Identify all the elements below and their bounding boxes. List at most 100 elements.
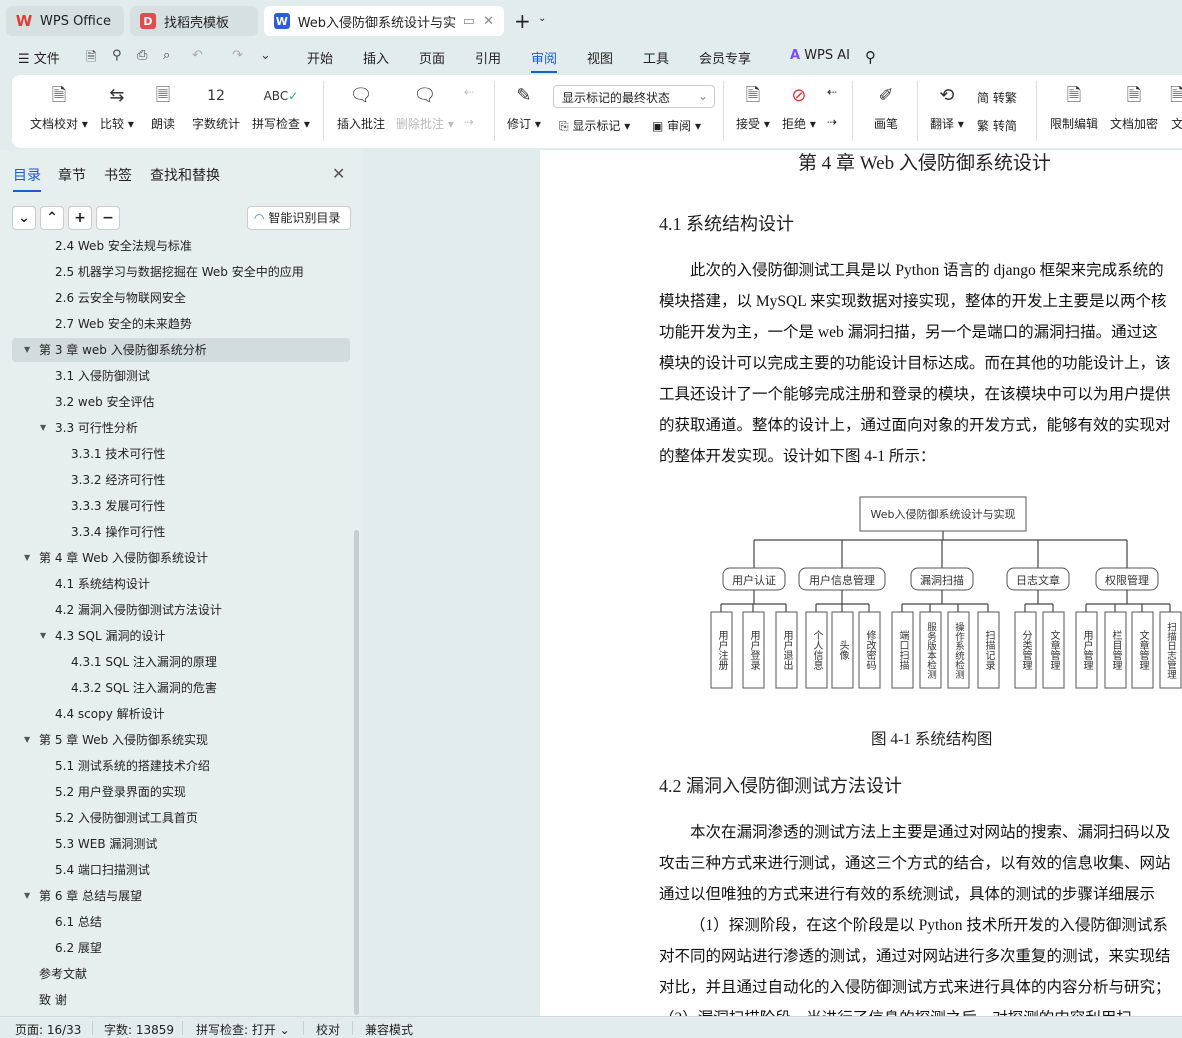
tab-docer[interactable]: D 找稻壳模板 (130, 6, 258, 36)
next-change-icon[interactable]: ⇢ (827, 115, 837, 129)
redo-icon[interactable]: ↷ (232, 48, 243, 63)
toc-item[interactable]: 5.2 用户登录界面的实现 (12, 780, 350, 804)
wps-ai-button[interactable]: A WPS AI (790, 48, 850, 63)
show-markup-button[interactable]: ⎘ 显示标记 ▾ (559, 117, 630, 134)
toc-item[interactable]: ▼ 第 5 章 Web 入侵防御系统实现 (12, 728, 350, 752)
translate-button[interactable]: ⟲ 翻译 ▾ (930, 83, 964, 132)
panel-tab-bookmarks[interactable]: 书签 (104, 165, 132, 185)
print-icon[interactable]: ⎙ (137, 48, 147, 63)
expand-triangle-icon[interactable]: ▼ (24, 338, 30, 362)
toc-item[interactable]: 3.1 入侵防御测试 (12, 364, 350, 388)
pen-button[interactable]: ✐ 画笔 (874, 83, 898, 132)
page-indicator[interactable]: 页面: 16/33 (15, 1021, 81, 1038)
toc-item[interactable]: 4.2 漏洞入侵防御测试方法设计 (12, 598, 350, 622)
expand-triangle-icon[interactable]: ▼ (40, 416, 46, 440)
toc-item[interactable]: 参考文献 (12, 962, 350, 986)
panel-tab-toc[interactable]: 目录 (13, 165, 41, 192)
toc-item[interactable]: 3.3.4 操作可行性 (12, 520, 350, 544)
more-button[interactable]: 🗎 文 (1170, 83, 1182, 132)
toc-item[interactable]: ▼ 4.3 SQL 漏洞的设计 (12, 624, 350, 648)
toc-item[interactable]: 2.5 机器学习与数据挖掘在 Web 安全中的应用 (12, 260, 350, 284)
next-comment-icon[interactable]: ⇢ (464, 115, 474, 129)
toc-item[interactable]: 4.3.2 SQL 注入漏洞的危害 (12, 676, 350, 700)
toc-item[interactable]: 2.7 Web 安全的未来趋势 (12, 312, 350, 336)
to-traditional-button[interactable]: 简 转繁 (977, 89, 1017, 106)
toc-item[interactable]: 6.2 展望 (12, 936, 350, 960)
accept-button[interactable]: 🗎 接受 ▾ (736, 83, 770, 132)
share-icon[interactable]: ⚲ (112, 48, 122, 63)
spell-check-status[interactable]: 拼写检查: 打开 ⌄ (196, 1021, 290, 1038)
menu-insert[interactable]: 插入 (363, 48, 389, 67)
read-aloud-button[interactable]: 🗏 朗读 (151, 83, 175, 132)
monitor-icon[interactable]: ▭ (463, 14, 475, 29)
to-simplified-button[interactable]: 繁 转简 (977, 117, 1017, 134)
menu-reference[interactable]: 引用 (475, 48, 501, 67)
encrypt-button[interactable]: 🗎 文档加密 (1110, 83, 1158, 132)
spell-check-button[interactable]: ABC✓ 拼写检查 ▾ (252, 83, 310, 132)
collapse-down-button[interactable]: ⌄ (12, 206, 36, 230)
proofread-status[interactable]: 校对 (316, 1021, 340, 1038)
expand-triangle-icon[interactable]: ▼ (40, 624, 46, 648)
restrict-edit-button[interactable]: 🗎 限制编辑 (1050, 83, 1098, 132)
tab-document[interactable]: W Web入侵防御系统设计与实现 ▭ ✕ (264, 6, 504, 36)
toc-item[interactable]: 6.1 总结 (12, 910, 350, 934)
menu-tools[interactable]: 工具 (643, 48, 669, 67)
menu-start[interactable]: 开始 (307, 48, 333, 67)
prev-comment-icon[interactable]: ⇠ (464, 85, 474, 99)
toc-item[interactable]: 2.4 Web 安全法规与标准 (12, 236, 350, 258)
toc-item[interactable]: 3.3.3 发展可行性 (12, 494, 350, 518)
menu-review[interactable]: 审阅 (531, 48, 558, 73)
markup-select[interactable]: 显示标记的最终状态 ⌄ (553, 85, 715, 108)
compare-button[interactable]: ⇆ 比较 ▾ (100, 83, 134, 132)
toc-item[interactable]: 5.4 端口扫描测试 (12, 858, 350, 882)
prev-change-icon[interactable]: ⇠ (827, 85, 837, 99)
print-preview-icon[interactable]: ⌕ (163, 48, 170, 63)
more-icon[interactable]: ⌄ (260, 48, 271, 63)
new-tab-button[interactable]: + (514, 9, 531, 33)
toc-item[interactable]: ▼ 第 3 章 web 入侵防御系统分析 (12, 338, 350, 362)
menu-member[interactable]: 会员专享 (699, 48, 751, 67)
collapse-up-button[interactable]: ⌃ (40, 206, 64, 230)
insert-comment-button[interactable]: 🗨 插入批注 (337, 83, 385, 132)
toc-item[interactable]: 5.3 WEB 漏洞测试 (12, 832, 350, 856)
close-panel-icon[interactable]: ✕ (332, 164, 345, 183)
proofread-button[interactable]: 🗎 文档校对 ▾ (30, 83, 88, 132)
panel-scrollbar[interactable] (354, 530, 359, 1015)
toc-item[interactable]: 3.3.1 技术可行性 (12, 442, 350, 466)
toc-item[interactable]: ▼ 3.3 可行性分析 (12, 416, 350, 440)
menu-page[interactable]: 页面 (419, 48, 445, 67)
toc-item[interactable]: 3.2 web 安全评估 (12, 390, 350, 414)
toc-item[interactable]: 4.3.1 SQL 注入漏洞的原理 (12, 650, 350, 674)
toc-item[interactable]: 2.6 云安全与物联网安全 (12, 286, 350, 310)
panel-tab-sections[interactable]: 章节 (58, 165, 86, 185)
expand-triangle-icon[interactable]: ▼ (24, 728, 30, 752)
add-level-button[interactable]: + (68, 206, 92, 230)
remove-level-button[interactable]: − (96, 206, 120, 230)
toc-item[interactable]: ▼ 第 4 章 Web 入侵防御系统设计 (12, 546, 350, 570)
reject-button[interactable]: ⊘ 拒绝 ▾ (782, 83, 816, 132)
toc-item[interactable]: 4.1 系统结构设计 (12, 572, 350, 596)
panel-tab-find-replace[interactable]: 查找和替换 (150, 165, 220, 185)
delete-comment-button[interactable]: 🗨 删除批注 ▾ (396, 83, 454, 132)
save-icon[interactable]: 🗎 (86, 48, 96, 70)
toc-item[interactable]: 5.2 入侵防御测试工具首页 (12, 806, 350, 830)
word-count-button[interactable]: 12 字数统计 (192, 83, 240, 132)
track-changes-button[interactable]: ✎ 修订 ▾ (507, 83, 541, 132)
expand-triangle-icon[interactable]: ▼ (24, 546, 30, 570)
search-icon[interactable]: ⚲ (865, 48, 876, 66)
toc-item[interactable]: 5.1 测试系统的搭建技术介绍 (12, 754, 350, 778)
undo-icon[interactable]: ↶ (192, 48, 203, 63)
smart-toc-button[interactable]: ◠ 智能识别目录 (247, 206, 351, 230)
file-menu[interactable]: ☰ 文件 (18, 48, 60, 67)
review-pane-button[interactable]: ▣ 审阅 ▾ (652, 117, 701, 134)
toc-item[interactable]: 4.4 scopy 解析设计 (12, 702, 350, 726)
word-count[interactable]: 字数: 13859 (104, 1021, 174, 1038)
chevron-down-icon[interactable]: ⌄ (538, 13, 546, 24)
toc-item[interactable]: 致 谢 (12, 988, 350, 1012)
close-icon[interactable]: ✕ (483, 14, 494, 29)
tab-wps-office[interactable]: W WPS Office (6, 6, 124, 36)
toc-item[interactable]: 3.3.2 经济可行性 (12, 468, 350, 492)
menu-view[interactable]: 视图 (587, 48, 613, 67)
toc-item[interactable]: ▼ 第 6 章 总结与展望 (12, 884, 350, 908)
expand-triangle-icon[interactable]: ▼ (24, 884, 30, 908)
